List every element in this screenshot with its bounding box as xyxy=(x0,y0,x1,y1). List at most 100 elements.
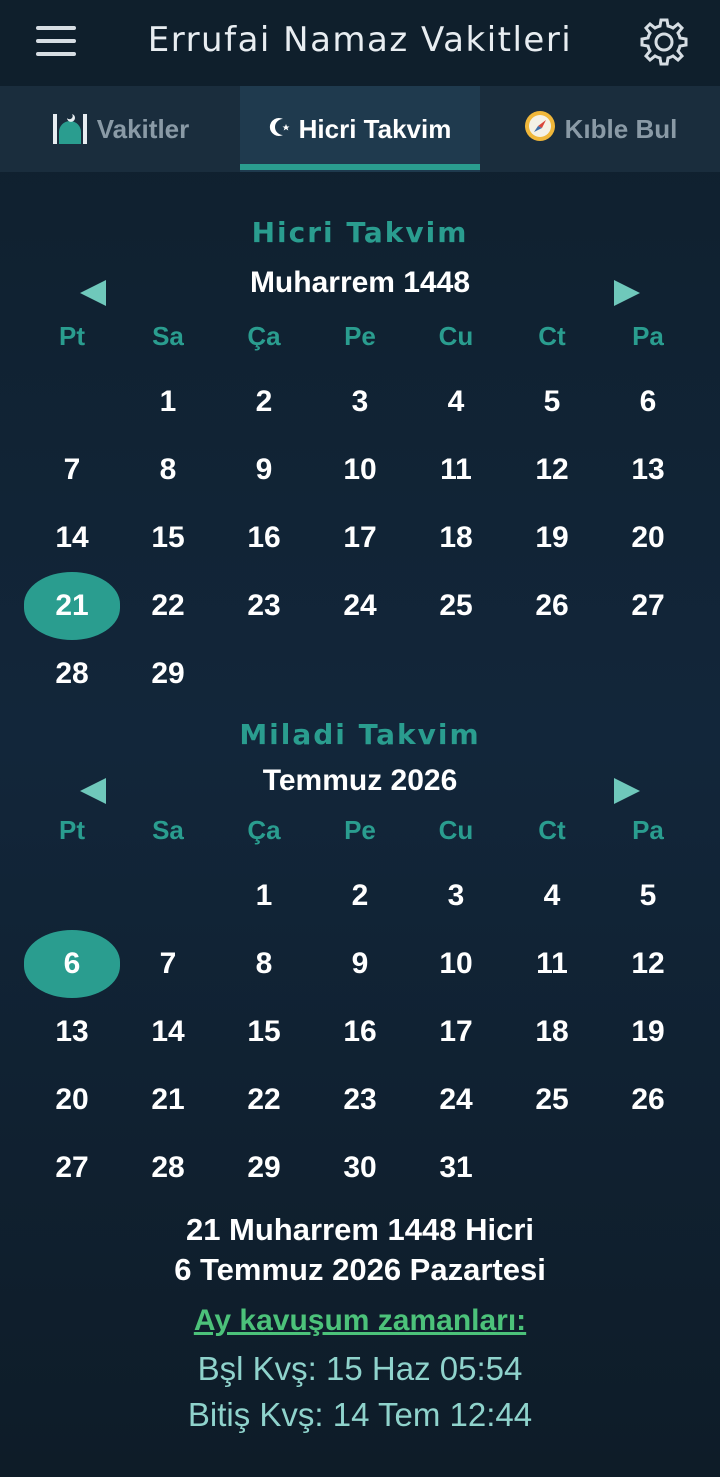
calendar-day[interactable]: 15 xyxy=(120,504,216,572)
calendar-day[interactable]: 2 xyxy=(216,368,312,436)
calendar-day[interactable]: 22 xyxy=(216,1066,312,1134)
calendar-day[interactable]: 16 xyxy=(216,504,312,572)
weekday-header: Ça xyxy=(247,320,281,351)
calendar-day[interactable]: 12 xyxy=(600,930,696,998)
calendar-day[interactable]: 19 xyxy=(504,504,600,572)
calendar-day[interactable]: 29 xyxy=(120,640,216,708)
calendar-empty-cell xyxy=(600,640,696,708)
calendar-day[interactable]: 10 xyxy=(408,930,504,998)
conjunction-link[interactable]: Ay kavuşum zamanları: xyxy=(0,1304,720,1338)
calendar-day[interactable]: 20 xyxy=(24,1066,120,1134)
calendar-day[interactable]: 23 xyxy=(216,572,312,640)
weekday-header: Pe xyxy=(344,320,376,351)
calendar-day[interactable]: 9 xyxy=(216,436,312,504)
app-root: Errufai Namaz Vakitleri Vakitler Hicri T… xyxy=(0,0,720,1477)
calendar-day[interactable]: 14 xyxy=(24,504,120,572)
weekday-header: Cu xyxy=(438,814,474,845)
calendar-day[interactable]: 9 xyxy=(312,930,408,998)
tab-label: Hicri Takvim xyxy=(298,113,452,144)
gear-icon[interactable] xyxy=(638,16,690,68)
calendar-day[interactable]: 6 xyxy=(24,930,120,998)
calendar-empty-cell xyxy=(408,640,504,708)
calendar-day[interactable]: 4 xyxy=(408,368,504,436)
calendar-day[interactable]: 27 xyxy=(600,572,696,640)
calendar-day[interactable]: 31 xyxy=(408,1134,504,1202)
calendar-day[interactable]: 25 xyxy=(504,1066,600,1134)
gregorian-section-title: Miladi Takvim xyxy=(239,718,481,751)
calendar-day[interactable]: 11 xyxy=(504,930,600,998)
weekday-header: Pt xyxy=(59,814,85,845)
calendar-empty-cell xyxy=(216,640,312,708)
calendar-day[interactable]: 26 xyxy=(504,572,600,640)
calendar-day[interactable]: 17 xyxy=(408,998,504,1066)
conjunction-start: Bşl Kvş: 15 Haz 05:54 xyxy=(197,1350,523,1387)
calendar-day[interactable]: 14 xyxy=(120,998,216,1066)
gregorian-month-title: Temmuz 2026 xyxy=(262,764,458,797)
calendar-day[interactable]: 2 xyxy=(312,862,408,930)
calendar-day[interactable]: 29 xyxy=(216,1134,312,1202)
app-title: Errufai Namaz Vakitleri xyxy=(147,20,573,60)
calendar-day[interactable]: 16 xyxy=(312,998,408,1066)
calendar-day[interactable]: 12 xyxy=(504,436,600,504)
calendar-day[interactable]: 18 xyxy=(408,504,504,572)
calendar-empty-cell xyxy=(120,862,216,930)
calendar-day[interactable]: 4 xyxy=(504,862,600,930)
calendar-day[interactable]: 28 xyxy=(120,1134,216,1202)
calendar-day[interactable]: 25 xyxy=(408,572,504,640)
calendar-day[interactable]: 24 xyxy=(312,572,408,640)
calendar-day[interactable]: 5 xyxy=(600,862,696,930)
calendar-day[interactable]: 6 xyxy=(600,368,696,436)
calendar-empty-cell xyxy=(24,862,120,930)
calendar-day[interactable]: 19 xyxy=(600,998,696,1066)
tab-kible-bul[interactable]: Kıble Bul xyxy=(480,86,720,172)
calendar-day[interactable]: 21 xyxy=(120,1066,216,1134)
calendar-day[interactable]: 27 xyxy=(24,1134,120,1202)
weekday-header: Ct xyxy=(538,814,566,845)
grid-spacer xyxy=(24,850,696,862)
calendar-day[interactable]: 13 xyxy=(24,998,120,1066)
hijri-next-month-button[interactable] xyxy=(614,280,640,306)
calendar-day[interactable]: 22 xyxy=(120,572,216,640)
calendar-day[interactable]: 1 xyxy=(216,862,312,930)
weekday-header: Pe xyxy=(344,814,376,845)
calendar-day[interactable]: 10 xyxy=(312,436,408,504)
weekday-header: Sa xyxy=(152,320,184,351)
mosque-icon xyxy=(51,108,89,151)
gregorian-calendar-grid: Pt Sa Ça Pe Cu Ct Pa 1 2 3 4 5 6 7 8 9 10 11 12 13 14 15 16 17 1… xyxy=(24,810,696,1202)
hijri-date-summary: 21 Muharrem 1448 Hicri xyxy=(185,1212,535,1247)
calendar-empty-cell xyxy=(504,1134,600,1202)
calendar-day[interactable]: 13 xyxy=(600,436,696,504)
calendar-day[interactable]: 30 xyxy=(312,1134,408,1202)
weekday-header: Sa xyxy=(152,814,184,845)
calendar-day[interactable]: 17 xyxy=(312,504,408,572)
calendar-day[interactable]: 8 xyxy=(120,436,216,504)
calendar-day[interactable]: 8 xyxy=(216,930,312,998)
gregorian-next-month-button[interactable] xyxy=(614,778,640,804)
tab-hicri-takvim[interactable]: Hicri Takvim xyxy=(240,86,480,172)
hijri-section-title: Hicri Takvim xyxy=(251,216,469,249)
active-tab-indicator xyxy=(240,164,480,170)
calendar-day[interactable]: 15 xyxy=(216,998,312,1066)
calendar-day[interactable]: 7 xyxy=(120,930,216,998)
weekday-header: Pa xyxy=(632,814,664,845)
tab-vakitler[interactable]: Vakitler xyxy=(0,86,240,172)
calendar-day[interactable]: 24 xyxy=(408,1066,504,1134)
gregorian-date-summary: 6 Temmuz 2026 Pazartesi xyxy=(174,1252,546,1287)
calendar-empty-cell xyxy=(312,640,408,708)
calendar-day[interactable]: 28 xyxy=(24,640,120,708)
calendar-day[interactable]: 23 xyxy=(312,1066,408,1134)
calendar-day[interactable]: 20 xyxy=(600,504,696,572)
weekday-header: Cu xyxy=(438,320,474,351)
calendar-day[interactable]: 26 xyxy=(600,1066,696,1134)
weekday-header: Ct xyxy=(538,320,566,351)
calendar-day[interactable]: 3 xyxy=(312,368,408,436)
calendar-day[interactable]: 7 xyxy=(24,436,120,504)
calendar-day[interactable]: 3 xyxy=(408,862,504,930)
calendar-day[interactable]: 11 xyxy=(408,436,504,504)
calendar-day[interactable]: 5 xyxy=(504,368,600,436)
calendar-day[interactable]: 18 xyxy=(504,998,600,1066)
calendar-empty-cell xyxy=(600,1134,696,1202)
calendar-day[interactable]: 1 xyxy=(120,368,216,436)
hijri-month-title: Muharrem 1448 xyxy=(249,266,471,299)
calendar-day[interactable]: 21 xyxy=(24,572,120,640)
